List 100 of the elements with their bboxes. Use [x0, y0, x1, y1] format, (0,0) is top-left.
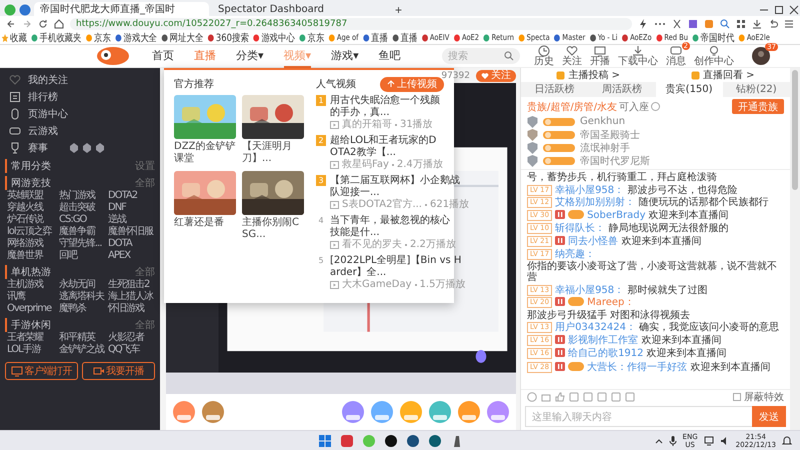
sidebar-button[interactable]: 我要开播	[82, 362, 155, 380]
gift-icon[interactable]	[370, 400, 394, 424]
category-link[interactable]: 网络游戏	[7, 238, 43, 250]
nav-link[interactable]: 分类▾	[236, 44, 264, 68]
bookmark-link[interactable]: 京东	[297, 30, 326, 44]
category-link[interactable]: APEX	[108, 250, 130, 262]
bookmark-link[interactable]: AoE2	[452, 33, 481, 42]
header-action[interactable]: 下载中心	[618, 45, 658, 67]
category-link[interactable]: 回吧	[59, 250, 77, 262]
bookmark-link[interactable]: 直播	[361, 30, 390, 44]
category-link[interactable]: 讯鹰	[7, 291, 25, 303]
search-icon[interactable]	[720, 18, 730, 28]
category-link[interactable]: 穿越火线	[7, 202, 43, 214]
category-link[interactable]: 怀旧游戏	[108, 303, 144, 315]
gift-icon[interactable]	[457, 400, 481, 424]
nav-link[interactable]: 游戏▾	[331, 44, 359, 68]
category-link[interactable]: 逃离塔科夫	[59, 291, 104, 303]
bookmark-link[interactable]: 网址大全	[160, 30, 205, 44]
category-link[interactable]: Overprime	[7, 303, 52, 315]
header-action[interactable]: 创作中心	[694, 45, 734, 67]
start-icon[interactable]	[318, 434, 332, 448]
category-link[interactable]: 金铲铲之战	[59, 344, 104, 356]
bookmark-link[interactable]: Master	[552, 33, 587, 42]
category-link[interactable]: 英雄联盟	[7, 190, 43, 202]
bookmark-link[interactable]: AoE2le	[736, 33, 772, 42]
bookmark-link[interactable]: 直播	[390, 30, 420, 44]
close-icon[interactable]	[788, 4, 800, 16]
undo-icon[interactable]	[768, 18, 778, 28]
category-link[interactable]: 海上猎人冰	[108, 291, 153, 303]
panel-link[interactable]: 主播投稿 >	[556, 68, 620, 82]
effects-checkbox[interactable]: 屏蔽特效	[733, 390, 784, 404]
category-link[interactable]: 魔鸭杀	[59, 303, 86, 315]
category-link[interactable]: lol云顶之弈	[7, 226, 52, 238]
gift-icon[interactable]	[341, 400, 365, 424]
chat-tab[interactable]: 贵宾(150)	[656, 82, 723, 97]
thumb-icon[interactable]	[555, 392, 565, 402]
home-icon[interactable]	[54, 18, 64, 28]
guest-name[interactable]: Genkhun	[580, 116, 626, 127]
category-link[interactable]: 主机游戏	[7, 279, 43, 291]
bookmark-link[interactable]: AoEZo	[620, 33, 654, 42]
bookmark-link[interactable]: 游戏大全	[113, 30, 159, 44]
sidebar-item[interactable]: 云游戏	[5, 122, 155, 139]
menu-icon[interactable]	[784, 18, 794, 28]
bookmark-link[interactable]: Red Bu	[654, 33, 690, 42]
bookmark-link[interactable]: Yo - Li	[588, 33, 620, 42]
sidebar-item[interactable]: 赛事	[5, 139, 155, 156]
guest-name[interactable]: 帝国圣殿骑士	[580, 128, 640, 142]
chat-tab[interactable]: 周活跃榜	[588, 82, 656, 97]
grid-icon[interactable]	[736, 18, 746, 28]
category-link[interactable]: 超击突破	[59, 202, 95, 214]
gift-icon[interactable]	[428, 400, 452, 424]
panel-link[interactable]: 直播回看 >	[690, 68, 755, 82]
header-action[interactable]: 关注	[562, 45, 582, 67]
nav-link[interactable]: 首页	[152, 44, 174, 68]
lightning-icon[interactable]	[638, 18, 648, 28]
scrollbar[interactable]	[792, 70, 798, 190]
category-link[interactable]: 热门游戏	[59, 190, 95, 202]
category-link[interactable]: 逆战	[108, 214, 126, 226]
bookmark-link[interactable]: 游戏中心	[251, 30, 297, 44]
sidebar-button[interactable]: 客户端打开	[5, 362, 78, 380]
chat-tab[interactable]: 钻粉(22)	[722, 82, 790, 97]
chat-tab[interactable]: 日活跃榜	[521, 82, 588, 97]
category-link[interactable]: DOTA	[108, 238, 132, 250]
download-icon[interactable]	[752, 18, 762, 28]
category-link[interactable]: 王者荣耀	[7, 332, 43, 344]
gift-icon[interactable]	[172, 400, 196, 424]
reload-icon[interactable]	[38, 18, 48, 28]
bookmark-link[interactable]: 手机收藏夹	[29, 30, 84, 44]
browser-tab[interactable]: Spectator Dashboard	[212, 2, 387, 16]
category-link[interactable]: 火影忍者	[108, 332, 144, 344]
category-link[interactable]: 和平精英	[59, 332, 95, 344]
category-link[interactable]: QQ飞车	[108, 344, 140, 356]
category-link[interactable]: 永劫无间	[59, 279, 95, 291]
maximize-icon[interactable]	[773, 4, 785, 16]
header-action[interactable]: 开播	[590, 45, 610, 67]
header-action[interactable]: 历史	[534, 45, 554, 67]
category-link[interactable]: DOTA2	[108, 190, 138, 202]
address-field[interactable]: https://www.douyu.com/10522027_r=0.2648363405819787	[70, 18, 632, 30]
category-link[interactable]: 魔兽怀旧服	[108, 226, 153, 238]
new-tab-button[interactable]: +	[390, 4, 408, 16]
category-link[interactable]: DNF	[108, 202, 126, 214]
bookmark-link[interactable]: AoEIV	[420, 33, 452, 42]
bookmark-link[interactable]: 收藏	[0, 30, 29, 44]
bookmark-link[interactable]: 京东	[84, 30, 113, 44]
category-link[interactable]: 魔兽争霸	[59, 226, 95, 238]
guest-name[interactable]: 帝国时代罗尼斯	[580, 154, 650, 168]
sidebar-item[interactable]: 我的关注	[5, 71, 155, 88]
gift-icon[interactable]	[486, 400, 510, 424]
bookmark-link[interactable]: Specta	[516, 33, 552, 42]
category-link[interactable]: 守望先锋...	[59, 238, 102, 250]
gift-icon[interactable]	[541, 392, 551, 402]
app-icon[interactable]	[384, 434, 398, 448]
bookmark-link[interactable]: 360搜索	[206, 30, 250, 44]
sidebar-item[interactable]: 页游中心	[5, 105, 155, 122]
nav-link[interactable]: 鱼吧	[378, 44, 401, 68]
gift-icon[interactable]	[201, 400, 225, 424]
app-icon[interactable]	[428, 434, 442, 448]
guest-name[interactable]: 流氓神射手	[580, 140, 630, 154]
bookmark-link[interactable]: 帝国时代	[690, 30, 736, 44]
bell-icon[interactable]	[782, 436, 792, 446]
